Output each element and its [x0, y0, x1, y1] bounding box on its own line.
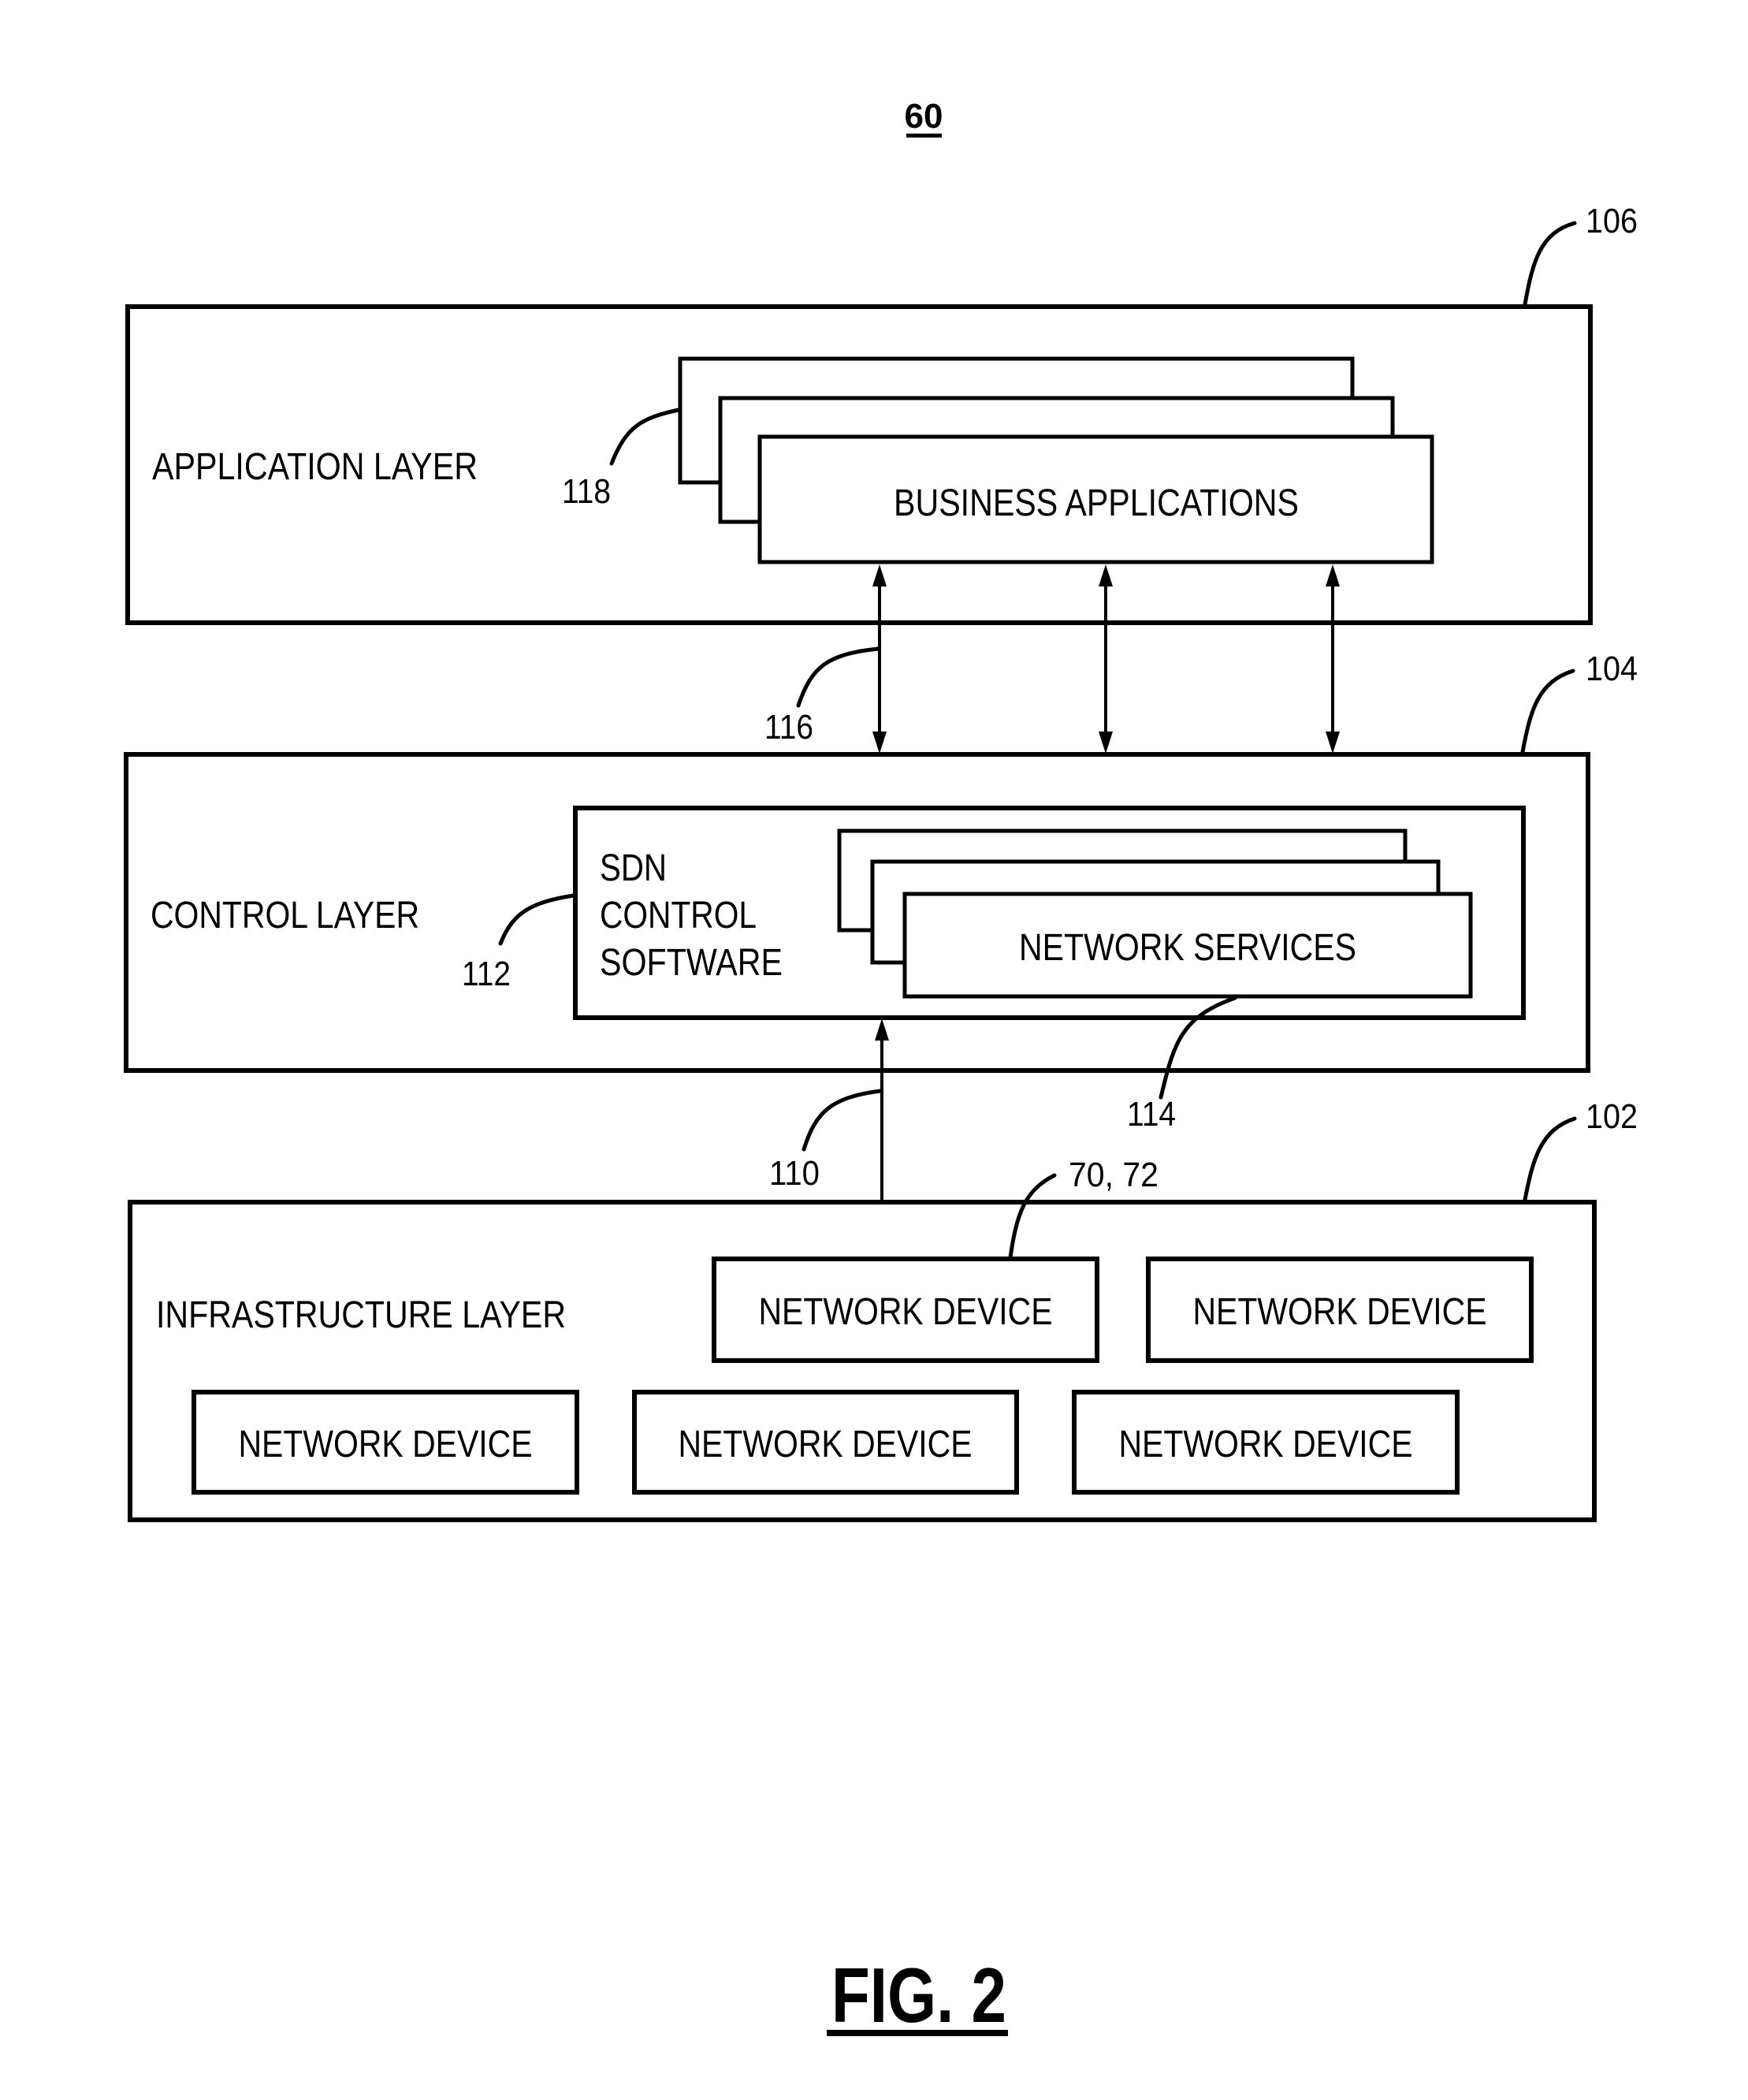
business-applications-label: BUSINESS APPLICATIONS — [894, 482, 1299, 524]
ref-110-leader — [801, 1089, 883, 1152]
ref-106-leader — [1523, 221, 1577, 307]
network-device-label: NETWORK DEVICE — [759, 1291, 1053, 1333]
arrowhead-down — [872, 732, 887, 754]
figure-caption: FIG. 2 — [831, 1952, 1006, 2039]
infrastructure-layer: INFRASTRUCTURE LAYER NETWORK DEVICE NETW… — [128, 1097, 1638, 1522]
sdn-architecture-diagram: 60 APPLICATION LAYER BUSINESS APPLICATIO… — [124, 97, 1638, 2039]
arrowhead-down — [1326, 732, 1340, 754]
network-device-5: NETWORK DEVICE — [1072, 1390, 1460, 1495]
ref-106: 106 — [1586, 202, 1638, 240]
application-layer: APPLICATION LAYER BUSINESS APPLICATIONS … — [125, 202, 1638, 625]
network-device-label: NETWORK DEVICE — [1119, 1424, 1413, 1465]
figure-caption-underline — [827, 2030, 1008, 2036]
network-device-4: NETWORK DEVICE — [632, 1390, 1019, 1495]
infrastructure-layer-title: INFRASTRUCTURE LAYER — [156, 1294, 566, 1336]
network-device-label: NETWORK DEVICE — [1193, 1291, 1487, 1333]
arrowhead-down — [1099, 732, 1113, 754]
ref-110: 110 — [769, 1154, 820, 1193]
network-device-label: NETWORK DEVICE — [679, 1424, 973, 1465]
application-layer-title: APPLICATION LAYER — [152, 446, 478, 488]
ref-114: 114 — [1127, 1095, 1176, 1134]
ref-102-leader — [1523, 1116, 1577, 1202]
network-device-1: NETWORK DEVICE — [712, 1257, 1099, 1363]
ref-116: 116 — [764, 708, 813, 747]
ref-104-leader — [1520, 668, 1575, 754]
network-device-3: NETWORK DEVICE — [192, 1390, 579, 1495]
sdn-label-line-2: CONTROL — [600, 895, 757, 936]
ref-70-72: 70, 72 — [1069, 1156, 1159, 1194]
ref-104: 104 — [1586, 650, 1638, 688]
ref-112: 112 — [462, 955, 511, 993]
network-device-label: NETWORK DEVICE — [239, 1424, 533, 1465]
figure-number: 60 — [905, 97, 943, 136]
network-services-label: NETWORK SERVICES — [1019, 927, 1356, 969]
network-device-2: NETWORK DEVICE — [1146, 1257, 1534, 1363]
sdn-label-line-3: SOFTWARE — [600, 942, 783, 984]
ref-118: 118 — [562, 472, 611, 511]
control-layer-title: CONTROL LAYER — [151, 895, 419, 936]
sdn-label-line-1: SDN — [600, 847, 667, 889]
ref-102: 102 — [1586, 1097, 1638, 1136]
ref-116-leader — [796, 646, 880, 708]
